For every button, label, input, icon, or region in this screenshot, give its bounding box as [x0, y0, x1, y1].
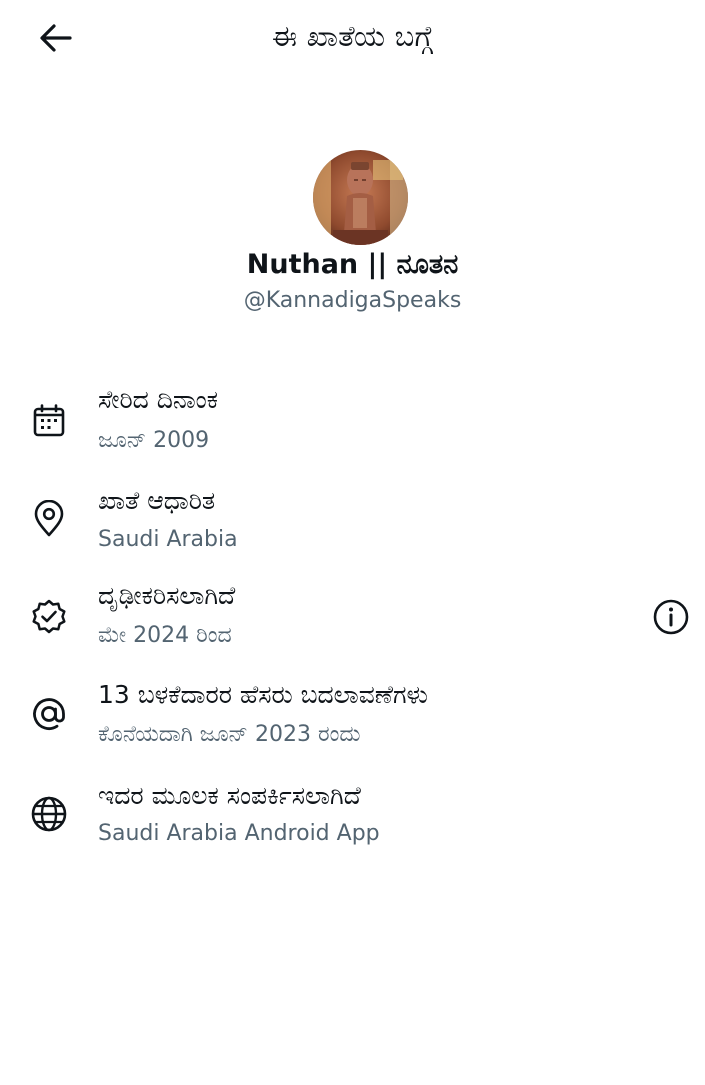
location-pin-icon: [28, 498, 70, 540]
verified-label: ದೃಢೀಕರಿಸಲಾಗಿದೆ: [98, 581, 236, 610]
account-location-label: ಖಾತೆ ಆಧಾರಿತ: [98, 486, 216, 515]
page-title: ಈ ಖಾತೆಯ ಬಗ್ಗೆ: [271, 19, 434, 53]
about-account-page: ಈ ಖಾತೆಯ ಬಗ್ಗೆ Nuthan || ನೂತನ @KannadigaS…: [0, 0, 705, 1085]
connected-via-row: ಇದರ ಮೂಲಕ ಸಂಪರ್ಕಿಸಲಾಗಿದೆ Saudi Arabia And…: [0, 776, 705, 866]
account-handle: @KannadigaSpeaks: [243, 288, 462, 313]
joined-date-label: ಸೇರಿದ ದಿನಾಂಕ: [98, 385, 218, 414]
at-sign-icon: [28, 693, 70, 735]
calendar-icon: [28, 400, 70, 442]
joined-date-row: ಸೇರಿದ ದಿನಾಂಕ ಜೂನ್ 2009: [0, 380, 705, 470]
verification-info-button[interactable]: [648, 594, 694, 640]
verified-badge-icon: [28, 596, 70, 638]
joined-date-value: ಜೂನ್ 2009: [98, 428, 210, 453]
top-app-bar: ಈ ಖಾತೆಯ ಬಗ್ಗೆ: [0, 0, 705, 76]
globe-icon: [28, 793, 70, 835]
username-changes-row: 13 ಬಳಕೆದಾರರ ಹೆಸರು ಬದಲಾವಣೆಗಳು ಕೊನೆಯದಾಗಿ ಜ…: [0, 676, 705, 766]
avatar[interactable]: [313, 150, 408, 245]
verified-since-value: ಮೇ 2024 ರಿಂದ: [98, 623, 232, 648]
info-icon: [653, 599, 689, 635]
account-location-value: Saudi Arabia: [98, 527, 238, 552]
username-changes-label: 13 ಬಳಕೆದಾರರ ಹೆಸರು ಬದಲಾವಣೆಗಳು: [98, 680, 429, 709]
connected-via-label: ಇದರ ಮೂಲಕ ಸಂಪರ್ಕಿಸಲಾಗಿದೆ: [98, 781, 361, 810]
username-changes-value: ಕೊನೆಯದಾಗಿ ಜೂನ್ 2023 ರಂದು: [98, 722, 361, 747]
account-location-row: ಖಾತೆ ಆಧಾರಿತ Saudi Arabia: [0, 480, 705, 570]
verified-row: ದೃಢೀಕರಿಸಲಾಗಿದೆ ಮೇ 2024 ರಿಂದ: [0, 576, 705, 666]
connected-via-value: Saudi Arabia Android App: [98, 821, 380, 846]
display-name: Nuthan || ನೂತನ: [246, 249, 459, 280]
